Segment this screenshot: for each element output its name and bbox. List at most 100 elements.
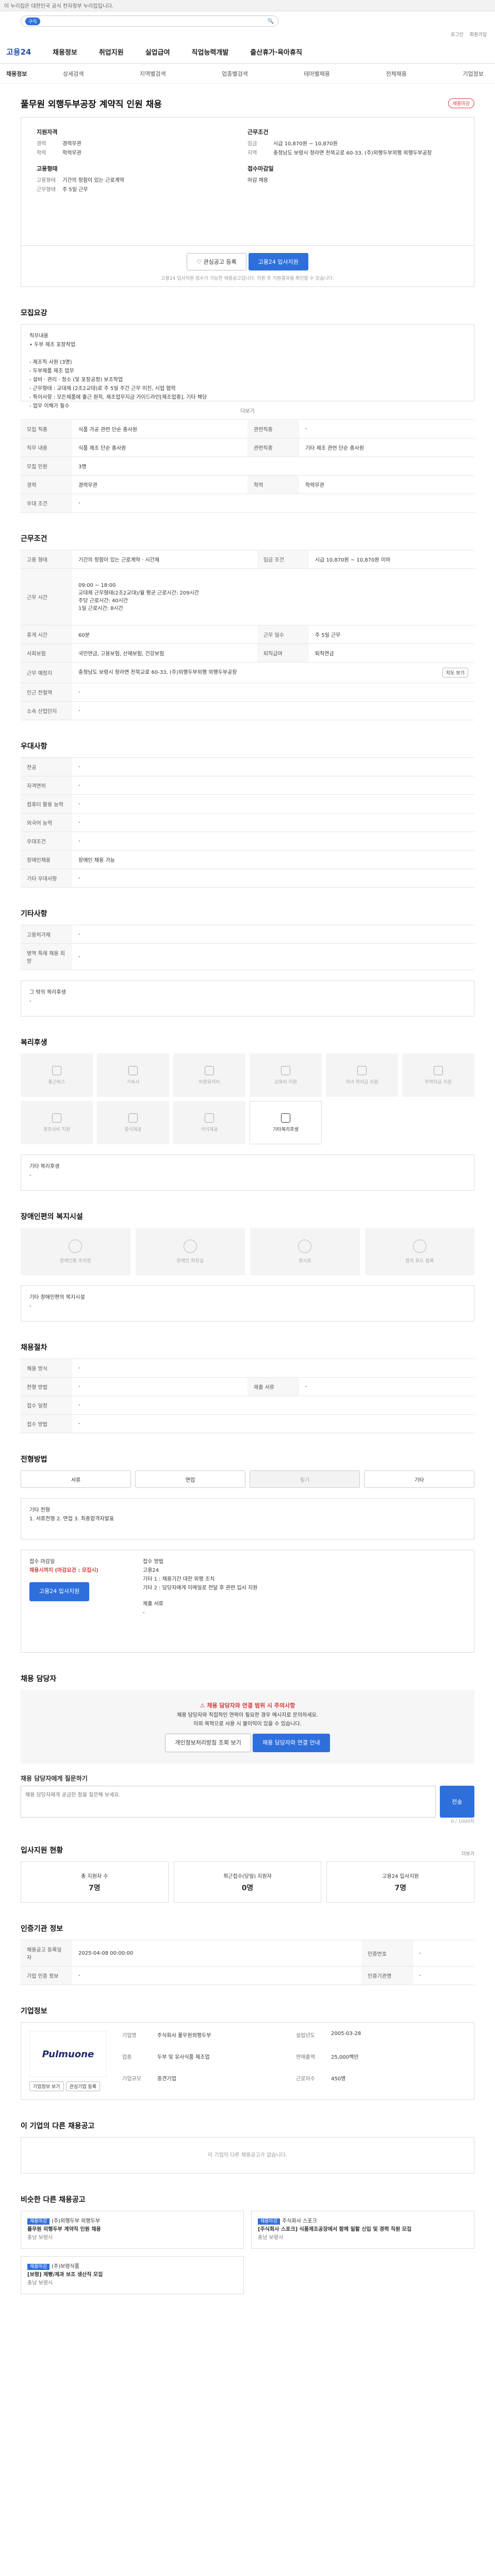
th: 제출 서류 — [248, 1377, 299, 1396]
td: - — [72, 1377, 248, 1396]
td: - — [413, 1940, 474, 1967]
facility-item: 장애인 화장실 — [135, 1228, 245, 1275]
gnb-item[interactable]: 출산휴가·육아휴직 — [250, 47, 302, 57]
gnb-item[interactable]: 직업능력개발 — [192, 47, 229, 57]
th: 소속 산업단지 — [21, 701, 72, 720]
house-icon — [128, 1065, 138, 1075]
section-title: 전형방법 — [21, 1455, 47, 1464]
gnb-item[interactable]: 실업급여 — [145, 47, 170, 57]
welfare-label: 중식제공 — [124, 1127, 142, 1132]
company-logo: Pulmuone — [29, 2031, 107, 2078]
section-applicants: 입사지원 현황 더보기 총 지원자 수 7명 최근접수(당일) 지원자 0명 고용24… — [0, 1845, 495, 1903]
gnb-item[interactable]: 채용정보 — [53, 47, 77, 57]
summary-head: 고용형태 — [37, 165, 58, 172]
card-location: 충남 보령시 — [27, 2235, 53, 2241]
book-icon — [281, 1065, 290, 1075]
question-input[interactable] — [21, 1786, 436, 1818]
search-input[interactable]: 구직 🔍 — [21, 15, 278, 27]
subnav-item[interactable]: 지역별검색 — [140, 70, 166, 78]
more-button[interactable]: 더보기 — [21, 401, 474, 419]
th: 외국어 능력 — [21, 813, 72, 832]
th: 근무 시간 — [21, 568, 72, 625]
apply-box: 접수 마감일 채용시까지 (마감요건 : 모집시) 고용24 입사지원 접수 방… — [21, 1550, 474, 1653]
map-button[interactable]: 지도 보기 — [442, 668, 468, 677]
kv-value: 충청남도 보령시 청라면 천북교로 60-33, (주)외행두부외행 외행두부공… — [273, 150, 432, 156]
td: 충청남도 보령시 청라면 천북교로 60-33, (주)외행두부외행 외행두부공… — [72, 662, 474, 683]
connect-button[interactable]: 채용 담당자와 연결 안내 — [252, 1733, 330, 1753]
stat-value: 7명 — [394, 1884, 406, 1892]
card-company: (주)외행두부 외행두부 — [52, 2218, 100, 2225]
signup-link[interactable]: 회원가입 — [470, 31, 487, 40]
welfare-item: 주택자금 지원 — [402, 1054, 474, 1097]
job-card[interactable]: 채용마감 (주)외행두부 외행두부 풀무원 외행두부 계약직 인원 채용 충남 보… — [21, 2211, 244, 2249]
box-head: 제출 서류 — [143, 1601, 163, 1607]
th: 접수 방법 — [21, 1414, 72, 1433]
subnav-item[interactable]: 테마별채용 — [304, 70, 330, 78]
th: 채용 방식 — [21, 1359, 72, 1378]
section-title: 이 기업의 다른 채용공고 — [21, 2122, 95, 2131]
section-title: 기업정보 — [21, 2007, 47, 2016]
facility-item: 장애인용 주차장 — [21, 1228, 130, 1275]
welfare-label: 자녀 학자금 지원 — [345, 1079, 378, 1085]
section-recruit: 모집요강 직무내용 • 두부 제조 포장작업 - 제조직 사원 (3명) - 두… — [0, 308, 495, 513]
subnav-item[interactable]: 상세검색 — [63, 70, 84, 78]
td: - — [72, 1359, 474, 1378]
selection-steps: 서류 면접 필기 기타 — [21, 1470, 474, 1488]
job-card[interactable]: 채용마감 (주)보령식품 [보령] 제빵/제과 보조 생산직 모집 충남 보령시 — [21, 2256, 244, 2295]
td: 경력무관 — [72, 475, 248, 494]
kv-value: 기간의 정함이 있는 근로계약 — [62, 178, 124, 183]
facility-label: 장애인 화장실 — [176, 1258, 204, 1264]
section-title: 복리후생 — [21, 1039, 47, 1047]
apply-button-2[interactable]: 고용24 입사지원 — [29, 1582, 90, 1601]
stat-label: 총 지원자 수 — [81, 1873, 108, 1879]
welfare-item: 차량유지비 — [173, 1054, 245, 1097]
th: 모집 인원 — [21, 456, 72, 476]
job-card[interactable]: 채용마감 주식회사 스포크 [주식회사 스포크] 식품제조공장에서 함께 일할 신… — [251, 2211, 474, 2249]
subnav-item[interactable]: 업종별검색 — [222, 70, 248, 78]
company-view-button[interactable]: 기업정보 보기 — [29, 2081, 64, 2092]
td: - — [413, 1966, 474, 1986]
box-head: 그 밖의 복리후생 — [29, 990, 66, 995]
card-tag: 채용마감 — [27, 2264, 50, 2270]
send-button[interactable]: 전송 — [439, 1786, 474, 1818]
kv-key: 기업규모 — [122, 2076, 141, 2082]
welfare-label: 석식제공 — [201, 1127, 218, 1132]
welfare-grid: 통근버스 기숙사 차량유지비 교육비 지원 자녀 학자금 지원 주택자금 지원 … — [21, 1054, 474, 1144]
kv-key: 기업명 — [122, 2033, 137, 2039]
section-conditions: 근무조건 고용 형태 기간의 정함이 있는 근로계약 · 시간제 임금 조건 시급 1… — [0, 533, 495, 720]
facility-item: 경사로 — [250, 1228, 360, 1275]
privacy-button[interactable]: 개인정보처리방침 조회 보기 — [165, 1733, 251, 1753]
scrap-button[interactable]: ♡ 관심공고 등록 — [187, 253, 246, 270]
card-company: 주식회사 스포크 — [282, 2218, 317, 2225]
th: 전공 — [21, 757, 72, 776]
job-summary: 지원자격 경력 경력무관 학력 학력무관 고용형태 고용형태 기간의 정함이 있는 근… — [21, 117, 474, 246]
td: - — [72, 757, 474, 776]
stat-label: 최근접수(당일) 지원자 — [223, 1873, 272, 1879]
box-head: 기타 전형 — [29, 1507, 50, 1513]
alert-text: 채용 담당자와 직접적인 연락이 필요한 경우 메시지로 문의하세요. 이외 목… — [177, 1712, 318, 1727]
company-fav-button[interactable]: 관심기업 등록 — [65, 2081, 101, 2092]
td: 09:00 ~ 18:00 교대제 근무형태(2조2교대)/월 평균 근로시간:… — [72, 568, 474, 625]
site-logo[interactable]: 고용24 — [6, 46, 53, 57]
section-title: 근무조건 — [21, 535, 47, 543]
more-link[interactable]: 더보기 — [461, 1850, 474, 1857]
box-value: - — [29, 998, 31, 1004]
gnb-item[interactable]: 취업지원 — [99, 47, 124, 57]
td: - — [72, 925, 474, 944]
login-link[interactable]: 로그인 — [451, 31, 464, 40]
search-row: 구직 🔍 — [0, 11, 495, 31]
section-selection: 전형방법 서류 면접 필기 기타 기타 전형 1. 서류전형 2. 면접 3. … — [0, 1454, 495, 1653]
card-title: [주식회사 스포크] 식품제조공장에서 함께 일할 신입 및 경력 직원 모집 — [258, 2227, 412, 2233]
section-title: 장애인편의 복지시설 — [21, 1213, 83, 1221]
section-etc: 기타사항 고용허가제 - 병역 특례 채용 희망 - 그 밖의 복리후생 - — [0, 908, 495, 1016]
td: 기타 제조 관련 단순 종사원 — [299, 438, 474, 457]
th: 접수 일정 — [21, 1396, 72, 1415]
alert-head-text: 채용 담당자와 연결 범위 시 주의사항 — [207, 1702, 295, 1709]
apply-note: 고용24 입사지원 접수가 가능한 채용공고입니다. 지원 후 지원결과를 확인… — [161, 276, 334, 281]
subnav-item[interactable]: 전체채용 — [386, 70, 406, 78]
apply-button[interactable]: 고용24 입사지원 — [248, 253, 308, 270]
address-text: 충청남도 보령시 청라면 천북교로 60-33, (주)외행두부외행 외행두부공… — [78, 670, 237, 675]
welfare-label: 통근버스 — [48, 1079, 65, 1085]
subnav-item[interactable]: 기업정보 — [463, 70, 483, 78]
card-location: 충남 보령시 — [27, 2280, 53, 2286]
